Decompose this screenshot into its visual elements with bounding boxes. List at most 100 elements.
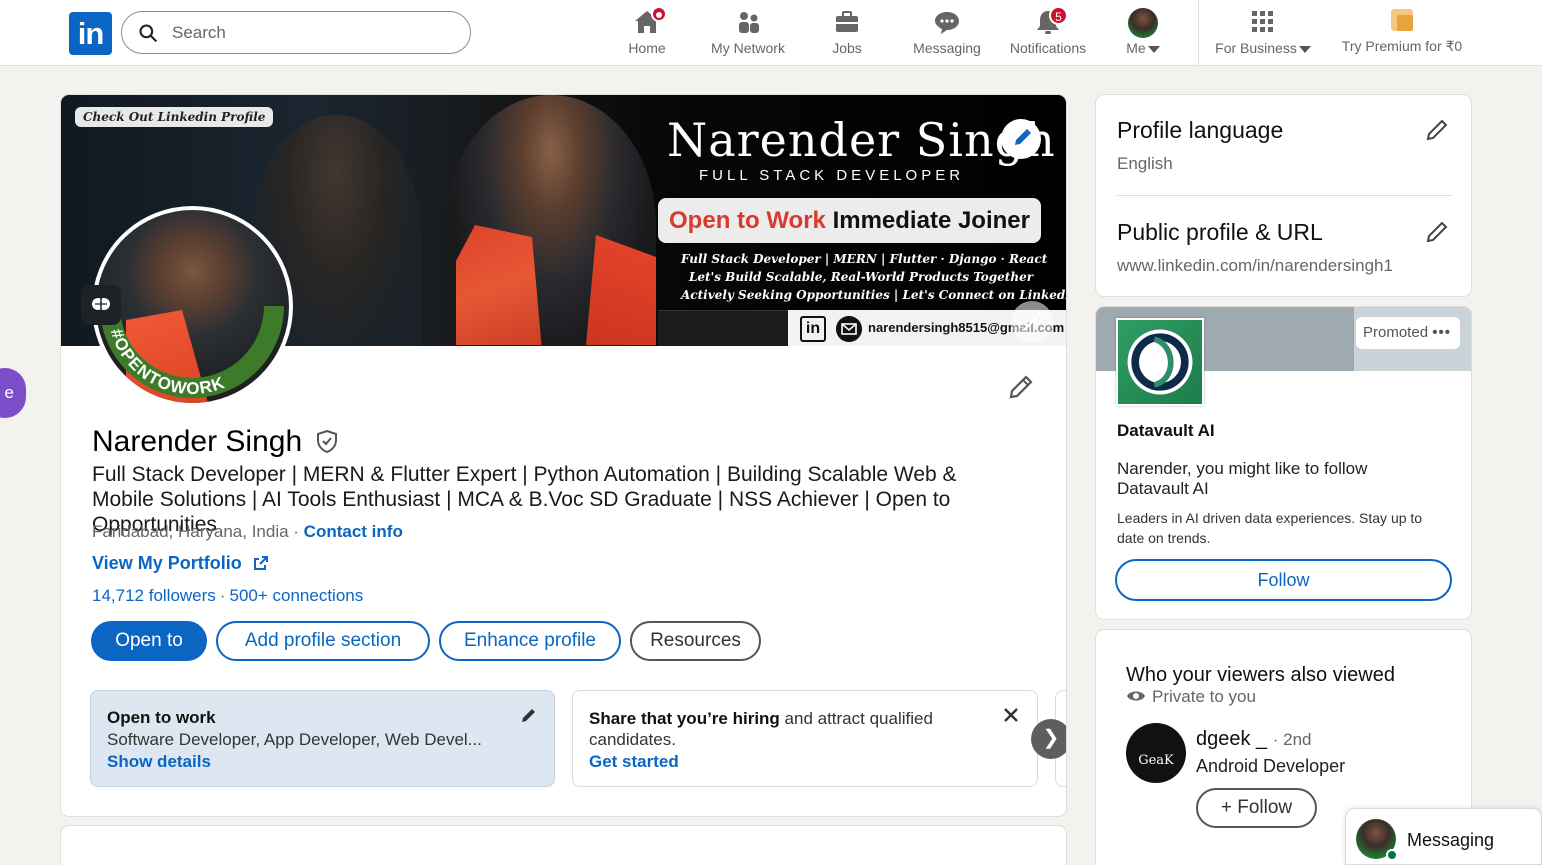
nav-for-business-label: For Business xyxy=(1215,40,1297,56)
share-hiring-text: Share that you’re hiring and attract qua… xyxy=(589,708,989,750)
profile-language-title: Profile language xyxy=(1117,117,1284,143)
pencil-icon xyxy=(1015,129,1031,145)
avatar-text: GeaK xyxy=(1138,753,1174,768)
chevron-down-icon xyxy=(1298,45,1311,53)
edit-intro-pencil-icon[interactable] xyxy=(1006,372,1036,402)
contact-info-link[interactable]: Contact info xyxy=(304,522,403,541)
carousel-next-button[interactable]: ❯ xyxy=(1031,719,1066,759)
edit-open-to-work-pencil-icon[interactable] xyxy=(519,705,539,725)
nav-divider xyxy=(1198,0,1199,66)
nav-try-premium-label: Try Premium for ₹0 xyxy=(1341,38,1463,54)
open-to-work-frame: #OPENTOWORK xyxy=(100,306,284,398)
edit-banner-button[interactable] xyxy=(1001,119,1041,159)
ad-suggestion: Narender, you might like to follow Datav… xyxy=(1117,459,1368,498)
show-details-link[interactable]: Show details xyxy=(107,752,211,772)
datavault-logo-icon xyxy=(1127,329,1193,395)
open-to-work-roles: Software Developer, App Developer, Web D… xyxy=(107,730,482,749)
eye-icon xyxy=(1127,691,1145,701)
profile-photo[interactable]: #OPENTOWORK xyxy=(92,206,293,407)
promoted-ad-card: Promoted ••• Datavault AI Narender, you … xyxy=(1095,306,1472,620)
banner-tag: Check Out Linkedin Profile xyxy=(75,107,274,127)
nav-jobs-label: Jobs xyxy=(832,40,862,56)
analytics-card xyxy=(60,825,1067,865)
nav-my-network[interactable]: My Network xyxy=(705,0,791,66)
profile-card: Check Out Linkedin Profile Narender Sing… xyxy=(60,94,1067,817)
profile-language-value: English xyxy=(1117,154,1173,173)
follow-person-button[interactable]: + Follow xyxy=(1196,788,1317,828)
messaging-overlay[interactable]: Messaging xyxy=(1345,808,1542,865)
open-to-button[interactable]: Open to xyxy=(91,621,207,661)
company-name[interactable]: Datavault AI xyxy=(1117,421,1215,441)
suggested-person-avatar[interactable]: GeaK xyxy=(1126,723,1186,783)
nav-home-label: Home xyxy=(628,40,666,56)
chevron-right-icon: ❯ xyxy=(1042,727,1060,749)
promoted-text: Promoted xyxy=(1363,324,1429,341)
portfolio-link[interactable]: View My Portfolio xyxy=(92,553,269,574)
connections-link[interactable]: 500+ connections xyxy=(229,586,363,605)
ai-assist-button[interactable] xyxy=(81,285,121,325)
promoted-label[interactable]: Promoted ••• xyxy=(1356,317,1460,349)
floating-side-tab[interactable]: e xyxy=(0,368,26,418)
nav-notifications-label: Notifications xyxy=(1009,40,1087,56)
messaging-label: Messaging xyxy=(1407,830,1495,850)
more-options-icon: ••• xyxy=(1432,324,1451,341)
mail-icon xyxy=(836,316,862,342)
portfolio-link-label: View My Portfolio xyxy=(92,553,242,573)
suggested-person-name[interactable]: dgeek _ · 2nd xyxy=(1196,728,1311,751)
profile-name: Narender Singh xyxy=(92,425,303,458)
home-notification-dot xyxy=(651,6,667,22)
verified-shield-icon[interactable] xyxy=(315,429,339,453)
company-logo[interactable] xyxy=(1116,318,1204,406)
close-icon[interactable] xyxy=(1001,705,1021,725)
me-avatar xyxy=(1128,8,1158,38)
online-status-dot xyxy=(1386,849,1398,861)
nav-messaging[interactable]: Messaging xyxy=(905,0,989,66)
search-input[interactable] xyxy=(172,21,452,45)
viewers-title: Who your viewers also viewed xyxy=(1126,664,1395,686)
network-icon xyxy=(739,12,759,33)
linkedin-logo[interactable]: in xyxy=(69,12,112,55)
follow-company-button[interactable]: Follow xyxy=(1115,559,1452,601)
nav-jobs[interactable]: Jobs xyxy=(812,0,882,66)
banner-pill-dark: Immediate Joiner xyxy=(832,207,1030,234)
brain-icon xyxy=(92,298,110,310)
open-to-work-frame-text: #OPENTOWORK xyxy=(107,326,227,398)
resources-button[interactable]: Resources xyxy=(630,621,761,661)
enhance-profile-button[interactable]: Enhance profile xyxy=(439,621,621,661)
magic-wand-icon xyxy=(1023,310,1044,331)
svg-text:#OPENTOWORK: #OPENTOWORK xyxy=(107,326,228,398)
external-link-icon xyxy=(253,556,268,570)
banner-role: FULL STACK DEVELOPER xyxy=(699,167,965,184)
nav-notifications[interactable]: 5 Notifications xyxy=(1002,0,1094,66)
chevron-down-icon xyxy=(1147,45,1160,53)
public-profile-url[interactable]: www.linkedin.com/in/narendersingh1 xyxy=(1117,256,1393,276)
briefcase-icon xyxy=(836,11,858,32)
top-nav: in Home My Network Jobs Messaging 5 Noti… xyxy=(0,0,1542,66)
grid-icon xyxy=(1252,11,1273,32)
privacy-text: Private to you xyxy=(1152,687,1256,706)
chat-icon xyxy=(935,12,959,34)
add-profile-section-button[interactable]: Add profile section xyxy=(216,621,430,661)
banner-open-to-work-pill: Open to Work Immediate Joiner xyxy=(658,198,1041,243)
network-stats: 14,712 followers · 500+ connections xyxy=(92,586,364,605)
search-box[interactable] xyxy=(121,11,471,54)
privacy-note: Private to you xyxy=(1126,687,1256,707)
followers-link[interactable]: 14,712 followers xyxy=(92,586,216,605)
banner-line: Let's Build Scalable, Real-World Product… xyxy=(688,270,1034,284)
edit-url-pencil-icon[interactable] xyxy=(1424,219,1450,245)
nav-home[interactable]: Home xyxy=(612,0,682,66)
nav-try-premium[interactable]: Try Premium for ₹0 xyxy=(1332,0,1472,66)
settings-divider xyxy=(1117,195,1452,196)
get-started-link[interactable]: Get started xyxy=(589,752,679,772)
location-line: Faridabad, Haryana, India · Contact info xyxy=(92,522,403,541)
nav-me-label: Me xyxy=(1126,40,1146,56)
nav-me[interactable]: Me xyxy=(1113,0,1173,66)
edit-language-pencil-icon[interactable] xyxy=(1424,117,1450,143)
linkedin-logo-small: in xyxy=(800,316,826,342)
nav-for-business[interactable]: For Business xyxy=(1208,0,1318,66)
suggested-person-title: Android Developer xyxy=(1196,756,1346,776)
connection-degree: · 2nd xyxy=(1272,730,1312,749)
public-profile-title: Public profile & URL xyxy=(1117,219,1323,245)
enhance-photo-button[interactable] xyxy=(1011,301,1053,343)
open-to-work-card[interactable]: Open to work Software Developer, App Dev… xyxy=(90,690,555,787)
